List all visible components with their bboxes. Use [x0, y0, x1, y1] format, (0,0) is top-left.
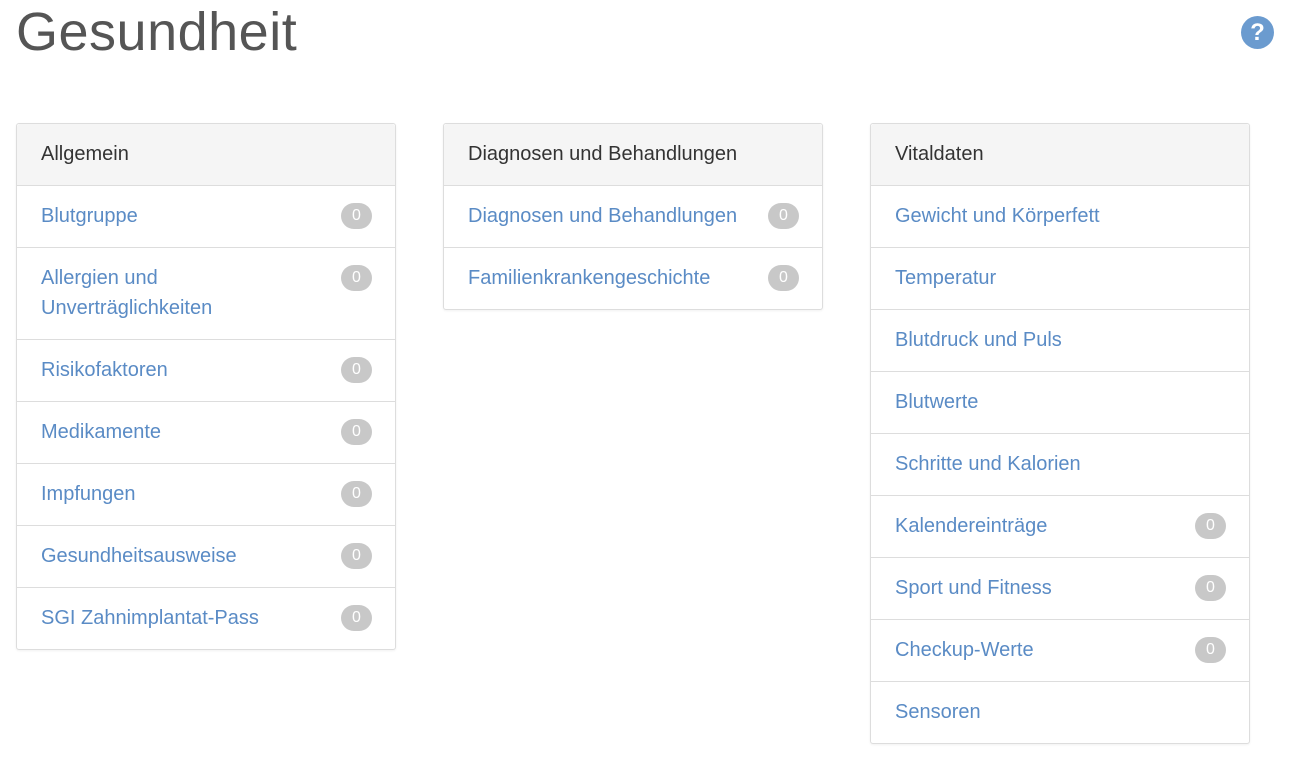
- item-label[interactable]: Familienkrankengeschichte: [468, 263, 752, 293]
- item-label[interactable]: Impfungen: [41, 479, 325, 509]
- list-item-temperatur[interactable]: Temperatur: [871, 248, 1249, 310]
- list-item-sensoren[interactable]: Sensoren: [871, 682, 1249, 743]
- item-label[interactable]: Diagnosen und Behandlungen: [468, 201, 752, 231]
- count-badge: 0: [341, 357, 372, 383]
- list-item-medikamente[interactable]: Medikamente 0: [17, 402, 395, 464]
- panel-list: Diagnosen und Behandlungen 0 Familienkra…: [444, 186, 822, 309]
- count-badge: 0: [341, 265, 372, 291]
- item-label[interactable]: Risikofaktoren: [41, 355, 325, 385]
- help-icon[interactable]: ?: [1241, 16, 1274, 49]
- item-label[interactable]: Sensoren: [895, 697, 1179, 727]
- count-badge: 0: [341, 203, 372, 229]
- list-item-blutwerte[interactable]: Blutwerte: [871, 372, 1249, 434]
- list-item-familienkrankengeschichte[interactable]: Familienkrankengeschichte 0: [444, 248, 822, 309]
- panel-diagnosen: Diagnosen und Behandlungen Diagnosen und…: [443, 123, 823, 310]
- item-label[interactable]: Schritte und Kalorien: [895, 449, 1179, 479]
- panel-header: Allgemein: [17, 124, 395, 186]
- page-title: Gesundheit: [16, 2, 298, 62]
- item-label[interactable]: Blutdruck und Puls: [895, 325, 1179, 355]
- item-label[interactable]: SGI Zahnimplantat-Pass: [41, 603, 325, 633]
- count-badge: 0: [341, 605, 372, 631]
- list-item-gewicht[interactable]: Gewicht und Körperfett: [871, 186, 1249, 248]
- count-badge: 0: [768, 265, 799, 291]
- count-badge: 0: [341, 481, 372, 507]
- list-item-sport[interactable]: Sport und Fitness 0: [871, 558, 1249, 620]
- list-item-checkup[interactable]: Checkup-Werte 0: [871, 620, 1249, 682]
- count-badge: 0: [1195, 513, 1226, 539]
- list-item-zahnimplantat-pass[interactable]: SGI Zahnimplantat-Pass 0: [17, 588, 395, 649]
- count-badge: 0: [1195, 637, 1226, 663]
- item-label[interactable]: Kalendereinträge: [895, 511, 1179, 541]
- item-label[interactable]: Gewicht und Körperfett: [895, 201, 1179, 231]
- list-item-schritte[interactable]: Schritte und Kalorien: [871, 434, 1249, 496]
- list-item-impfungen[interactable]: Impfungen 0: [17, 464, 395, 526]
- list-item-risikofaktoren[interactable]: Risikofaktoren 0: [17, 340, 395, 402]
- count-badge: 0: [1195, 575, 1226, 601]
- panel-list: Blutgruppe 0 Allergien und Unverträglich…: [17, 186, 395, 649]
- count-badge: 0: [341, 543, 372, 569]
- item-label[interactable]: Blutgruppe: [41, 201, 325, 231]
- item-label[interactable]: Blutwerte: [895, 387, 1179, 417]
- count-badge: 0: [768, 203, 799, 229]
- list-item-blutdruck[interactable]: Blutdruck und Puls: [871, 310, 1249, 372]
- list-item-allergien[interactable]: Allergien und Unverträglichkeiten 0: [17, 248, 395, 340]
- item-label[interactable]: Medikamente: [41, 417, 325, 447]
- panel-list: Gewicht und Körperfett Temperatur Blutdr…: [871, 186, 1249, 743]
- count-badge: 0: [341, 419, 372, 445]
- list-item-kalendereintraege[interactable]: Kalendereinträge 0: [871, 496, 1249, 558]
- list-item-blutgruppe[interactable]: Blutgruppe 0: [17, 186, 395, 248]
- item-label[interactable]: Sport und Fitness: [895, 573, 1179, 603]
- list-item-diagnosen[interactable]: Diagnosen und Behandlungen 0: [444, 186, 822, 248]
- panel-header: Vitaldaten: [871, 124, 1249, 186]
- panel-header: Diagnosen und Behandlungen: [444, 124, 822, 186]
- list-item-gesundheitsausweise[interactable]: Gesundheitsausweise 0: [17, 526, 395, 588]
- panel-vitaldaten: Vitaldaten Gewicht und Körperfett Temper…: [870, 123, 1250, 744]
- item-label[interactable]: Gesundheitsausweise: [41, 541, 325, 571]
- item-label[interactable]: Temperatur: [895, 263, 1179, 293]
- panel-allgemein: Allgemein Blutgruppe 0 Allergien und Unv…: [16, 123, 396, 650]
- health-page: Gesundheit ? Allgemein Blutgruppe 0 Alle…: [0, 0, 1303, 768]
- item-label[interactable]: Checkup-Werte: [895, 635, 1179, 665]
- item-label[interactable]: Allergien und Unverträglichkeiten: [41, 263, 325, 323]
